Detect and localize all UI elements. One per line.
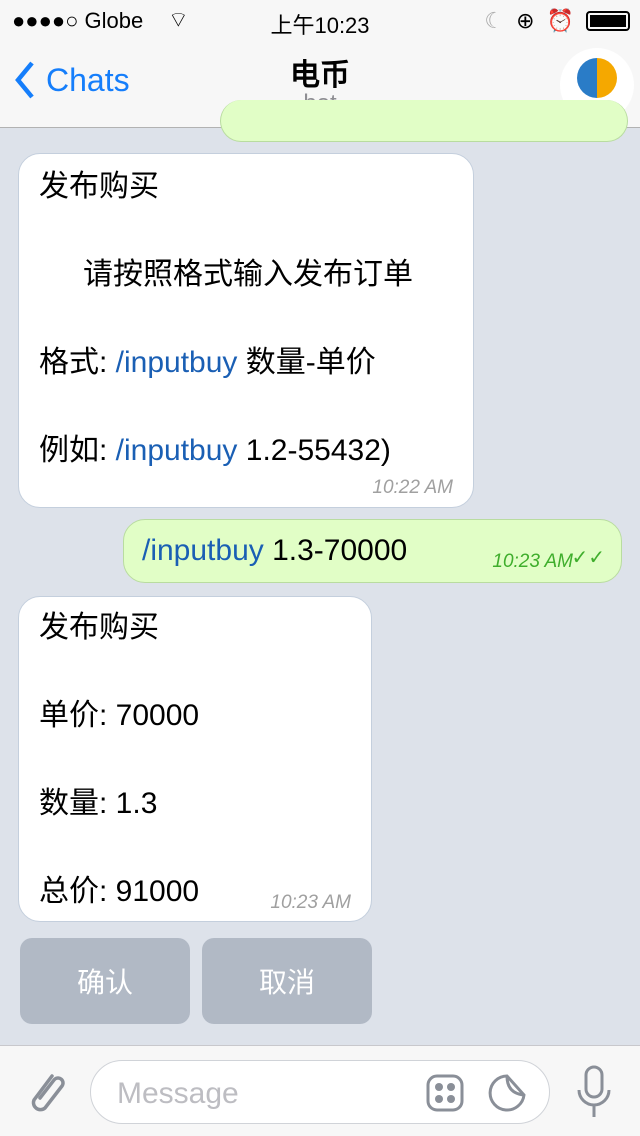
format-text: 数量-单价 [237, 346, 376, 379]
chat-title: 电币 [290, 59, 350, 92]
message-title: 发布购买 [39, 611, 159, 644]
format-label: 格式: [39, 346, 116, 379]
confirm-button[interactable]: 确认 [20, 938, 190, 1024]
sticker-icon[interactable] [487, 1073, 527, 1113]
total-line: 总价: 91000 [39, 875, 200, 908]
cancel-button[interactable]: 取消 [202, 938, 372, 1024]
double-check-icon: ✓✓ [571, 547, 605, 569]
message-incoming: 发布购买 单价: 70000 数量: 1.3 总价: 91000 10:23 A… [18, 596, 372, 922]
command-link[interactable]: /inputbuy [142, 534, 264, 567]
message-title: 发布购买 [39, 170, 159, 203]
message-incoming: 发布购买 请按照格式输入发布订单 格式: /inputbuy 数量-单价 例如:… [18, 153, 474, 508]
quantity-line: 数量: 1.3 [39, 787, 158, 820]
message-time: 10:23 AM [492, 551, 573, 572]
message-time: 10:23 AM [270, 892, 351, 913]
example-text: 1.2-55432) [237, 434, 391, 467]
message-placeholder: Message [117, 1077, 239, 1110]
alarm-icon: ⏰ [546, 8, 574, 33]
price-line: 单价: 70000 [39, 699, 200, 732]
logo-icon [577, 58, 617, 98]
battery-icon [586, 11, 630, 31]
message-outgoing: /inputbuy 1.3-70000 10:23 AM ✓✓ [123, 519, 622, 583]
paperclip-icon[interactable] [22, 1066, 68, 1118]
message-input[interactable]: Message [90, 1060, 550, 1124]
bot-keyboard-icon[interactable] [425, 1073, 465, 1113]
status-bar: ●●●●○ Globe ⌔ 上午10:23 ☾ ⊕ ⏰ [0, 0, 640, 40]
message-time: 10:22 AM [372, 477, 453, 498]
message-partial [220, 100, 628, 142]
moon-icon: ☾ [484, 8, 505, 33]
rotation-lock-icon: ⊕ [516, 8, 535, 33]
command-link[interactable]: /inputbuy [116, 346, 238, 379]
input-bar: Message [0, 1045, 640, 1136]
microphone-icon[interactable] [574, 1064, 614, 1120]
example-label: 例如: [39, 434, 116, 467]
message-text: 1.3-70000 [263, 534, 408, 567]
message-text: 请按照格式输入发布订单 [83, 258, 413, 291]
command-link[interactable]: /inputbuy [116, 434, 238, 467]
